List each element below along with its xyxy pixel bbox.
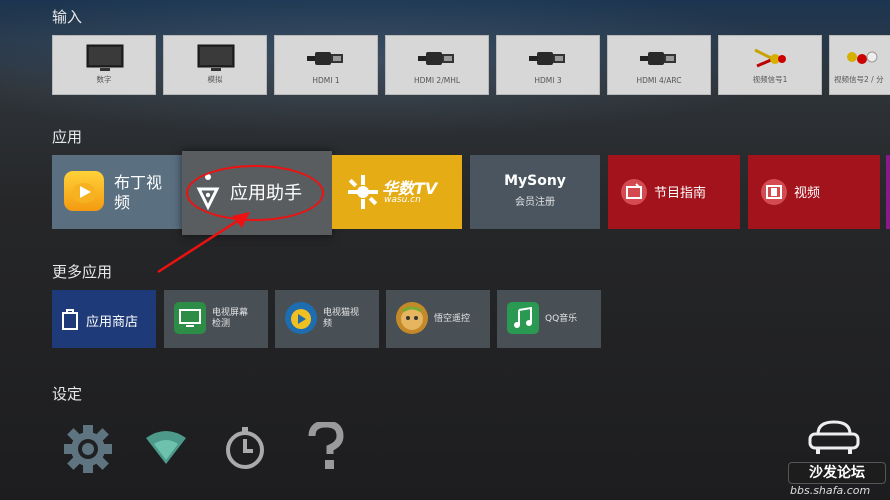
input-tile-hdmi3[interactable]: HDMI 3: [496, 35, 600, 95]
more-app-label: 检测: [212, 319, 231, 329]
tv-guide-icon: [621, 179, 647, 205]
tvcat-icon: [285, 302, 317, 334]
app-label: MySony: [504, 173, 566, 189]
app-sublabel: wasu.cn: [384, 195, 421, 205]
section-title-settings: 设定: [52, 385, 83, 403]
film-icon: [761, 179, 787, 205]
input-tile-hdmi1[interactable]: HDMI 1: [274, 35, 378, 95]
more-app-wukong-remote[interactable]: 悟空遥控: [386, 290, 490, 348]
input-tile-digital[interactable]: 数字: [52, 35, 156, 95]
app-label: 视频: [794, 186, 821, 201]
hdmi-icon: [418, 52, 454, 65]
watermark-url: bbs.shafa.com: [790, 484, 871, 497]
input-label: HDMI 4/ARC: [636, 76, 682, 85]
more-app-screen-test[interactable]: 电视屏幕 检测: [164, 290, 268, 348]
music-note-icon: [507, 302, 539, 334]
timer-icon[interactable]: [222, 425, 268, 471]
input-label: 视频信号2 / 分: [834, 75, 884, 84]
app-tile-partial[interactable]: [886, 155, 890, 229]
hdmi-icon: [307, 52, 343, 65]
tv-icon: [197, 44, 235, 71]
hdmi-icon: [529, 52, 565, 65]
rca-icon: [847, 51, 878, 64]
input-tile-video1[interactable]: 视频信号1: [718, 35, 822, 95]
rca-icon: [754, 48, 786, 68]
more-app-app-store[interactable]: 应用商店: [52, 290, 156, 348]
input-label: 模拟: [207, 75, 223, 84]
watermark-title: 沙发论坛: [788, 462, 886, 484]
sofa-logo-icon: [808, 420, 860, 454]
tv-icon: [86, 44, 124, 71]
app-tile-program-guide[interactable]: 节目指南: [608, 155, 740, 229]
wifi-icon[interactable]: [144, 430, 188, 466]
monkey-icon: [396, 302, 428, 334]
app-tile-wasu-tv[interactable]: 华数TV wasu.cn: [332, 155, 462, 229]
app-tile-video[interactable]: 视频: [748, 155, 880, 229]
more-app-tvcat-video[interactable]: 电视猫视频: [275, 290, 379, 348]
play-icon: [64, 171, 104, 211]
app-label: 布丁视: [114, 173, 163, 192]
input-tile-hdmi4[interactable]: HDMI 4/ARC: [607, 35, 711, 95]
input-tile-analog[interactable]: 模拟: [163, 35, 267, 95]
section-title-apps: 应用: [52, 128, 83, 146]
input-label: HDMI 2/MHL: [413, 76, 461, 85]
more-app-label: QQ音乐: [545, 313, 578, 324]
input-label: HDMI 3: [534, 76, 562, 85]
more-app-label: 应用商店: [86, 315, 139, 330]
more-app-label: 频: [323, 319, 333, 329]
shopping-bag-icon: [62, 309, 78, 330]
more-app-label: 悟空遥控: [434, 313, 471, 324]
annotation-arrow: [157, 212, 250, 274]
input-label: HDMI 1: [312, 76, 340, 85]
app-sublabel: 会员注册: [515, 197, 555, 208]
help-icon[interactable]: [306, 422, 346, 472]
more-app-qq-music[interactable]: QQ音乐: [497, 290, 601, 348]
section-title-inputs: 输入: [52, 8, 83, 26]
app-label: 节目指南: [654, 186, 707, 201]
input-tile-hdmi2[interactable]: HDMI 2/MHL: [385, 35, 489, 95]
input-tile-video2[interactable]: 视频信号2 / 分: [829, 35, 890, 95]
input-label: 视频信号1: [752, 75, 788, 84]
monitor-icon: [174, 302, 206, 334]
gear-icon[interactable]: [62, 423, 114, 475]
hdmi-icon: [640, 52, 676, 65]
more-app-label: 电视屏幕: [212, 308, 249, 318]
input-label: 数字: [96, 75, 112, 84]
section-title-more-apps: 更多应用: [52, 263, 113, 281]
wasu-logo-icon: [348, 175, 378, 209]
more-app-label: 电视猫视: [323, 308, 360, 318]
app-tile-mysony[interactable]: MySony 会员注册: [470, 155, 600, 229]
